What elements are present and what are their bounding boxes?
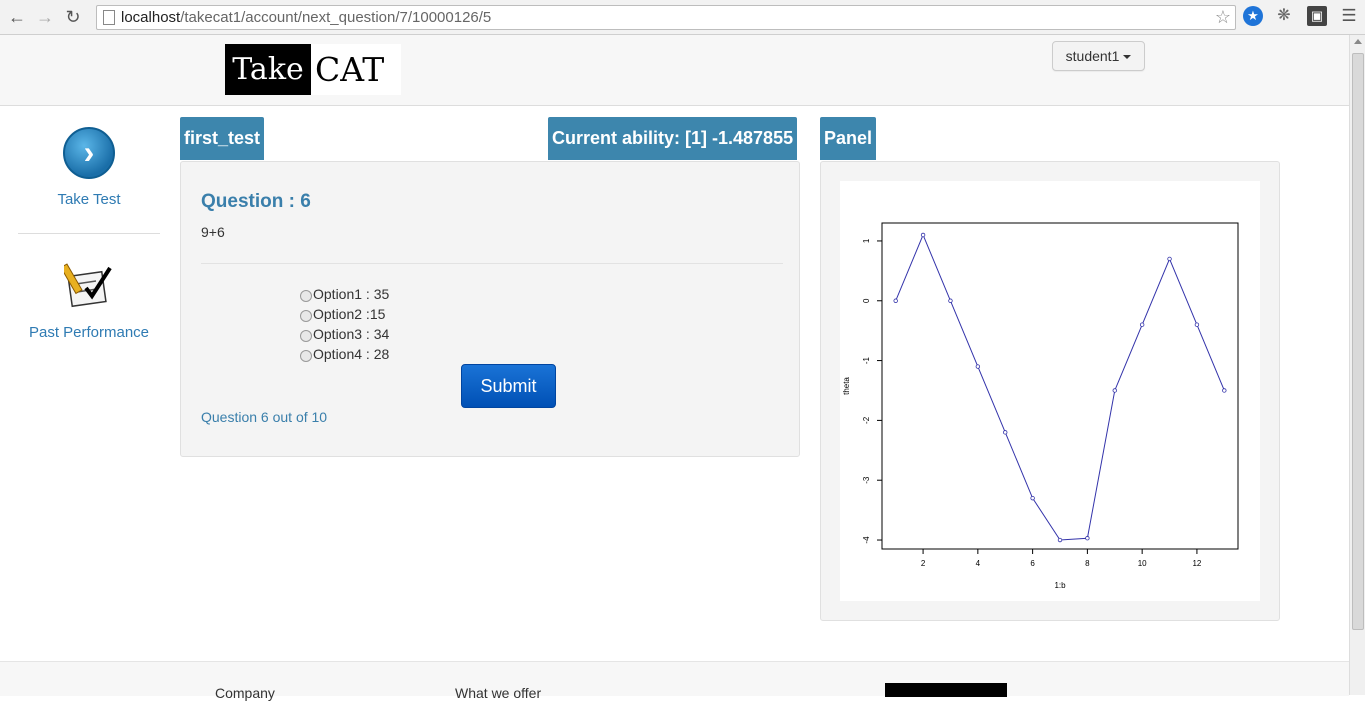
option-4[interactable]: Option4 : 28	[300, 346, 389, 362]
tab-panel: Panel	[820, 117, 877, 160]
divider	[201, 263, 783, 264]
logo-cat: CAT	[315, 50, 385, 89]
data-point	[893, 298, 898, 303]
footer: Company What we offer	[0, 661, 1349, 701]
radio-button[interactable]	[300, 330, 312, 342]
sidebar-item-take-test[interactable]: › Take Test	[18, 127, 160, 208]
user-menu-label: student1	[1065, 48, 1120, 64]
x-axis-label: 1:b	[1054, 581, 1066, 590]
user-menu-button[interactable]: student1	[1052, 41, 1145, 71]
option-label[interactable]: Option4 : 28	[313, 346, 389, 362]
app-header: Take CAT student1	[0, 35, 1349, 106]
scroll-up-icon[interactable]	[1354, 39, 1362, 44]
option-3[interactable]: Option3 : 34	[300, 326, 389, 342]
sidebar-divider	[18, 233, 160, 234]
scrollbar-thumb[interactable]	[1352, 53, 1364, 630]
question-progress: Question 6 out of 10	[201, 409, 328, 425]
data-point	[975, 364, 981, 369]
footer-offer-heading: What we offer	[455, 685, 542, 701]
theta-series-line	[895, 233, 1225, 541]
browser-toolbar: ← → ↻ localhost/takecat1/account/next_qu…	[0, 0, 1365, 35]
x-tick-label: 6	[1030, 559, 1035, 568]
y-tick-label: 0	[862, 298, 871, 303]
y-tick-label: 1	[862, 238, 871, 243]
x-tick-label: 4	[976, 559, 981, 568]
ability-plot: 2 4 6 8 10 12 1 0 -1 -2 -3 -4 1:b theta	[840, 181, 1260, 601]
current-ability-badge: Current ability: [1] -1.487855	[548, 117, 798, 160]
data-point	[1057, 537, 1063, 543]
option-label[interactable]: Option3 : 34	[313, 326, 389, 342]
logo-take: Take	[225, 44, 311, 95]
y-tick-label: -1	[862, 356, 871, 364]
data-point	[1139, 322, 1145, 327]
page-icon	[103, 10, 115, 25]
page-scrollbar[interactable]	[1349, 35, 1365, 695]
extension-box-icon[interactable]: ▣	[1307, 6, 1327, 26]
x-tick-label: 8	[1085, 559, 1090, 568]
extension-bug-icon[interactable]: ❋	[1274, 6, 1294, 26]
data-point	[1030, 495, 1035, 501]
data-point	[920, 232, 926, 238]
x-tick-label: 2	[921, 559, 926, 568]
menu-icon[interactable]: ☰	[1339, 6, 1359, 26]
question-panel: Question : 6 9+6 Option1 : 35 Option2 :1…	[180, 161, 800, 457]
extension-star-icon[interactable]: ★	[1243, 6, 1263, 26]
option-label[interactable]: Option1 : 35	[313, 286, 389, 302]
x-tick-label: 10	[1138, 559, 1147, 568]
y-tick-label: -3	[862, 476, 871, 484]
data-point	[1194, 322, 1200, 327]
data-point	[1003, 430, 1008, 435]
question-text: 9+6	[201, 224, 225, 240]
x-tick-label: 12	[1192, 559, 1201, 568]
option-2[interactable]: Option2 :15	[300, 306, 385, 322]
option-1[interactable]: Option1 : 35	[300, 286, 389, 302]
takecat-logo[interactable]: Take CAT	[225, 44, 401, 95]
forward-icon[interactable]: →	[34, 6, 56, 28]
option-label[interactable]: Option2 :15	[313, 306, 385, 322]
y-axis-label: theta	[842, 377, 851, 395]
plot-frame	[881, 222, 1239, 550]
caret-down-icon	[1123, 55, 1132, 60]
checklist-pencil-icon[interactable]	[60, 262, 114, 312]
sidebar-item-label[interactable]: Take Test	[18, 191, 160, 208]
y-tick-label: -4	[862, 536, 871, 544]
address-bar[interactable]: localhost/takecat1/account/next_question…	[96, 5, 1236, 30]
question-title: Question : 6	[201, 191, 311, 212]
data-point	[1085, 536, 1090, 541]
data-point	[1167, 256, 1172, 262]
sidebar-item-label[interactable]: Past Performance	[18, 324, 160, 341]
data-point	[948, 298, 953, 303]
back-icon[interactable]: ←	[6, 6, 28, 28]
radio-button[interactable]	[300, 310, 312, 322]
theta-line-chart: 2 4 6 8 10 1210-1-2-3-41:btheta	[842, 222, 1239, 590]
data-point	[1112, 388, 1117, 393]
footer-company-heading: Company	[215, 685, 275, 701]
bookmark-star-icon[interactable]: ☆	[1215, 6, 1231, 28]
sidebar-item-past-performance[interactable]: Past Performance	[18, 262, 160, 341]
plot-panel: 2 4 6 8 10 12 1 0 -1 -2 -3 -4 1:b theta	[820, 161, 1280, 621]
reload-icon[interactable]: ↻	[62, 6, 84, 28]
radio-button[interactable]	[300, 350, 312, 362]
y-tick-label: -2	[862, 416, 871, 424]
data-point	[1222, 388, 1227, 393]
url-text: localhost/takecat1/account/next_question…	[121, 9, 492, 26]
submit-button[interactable]: Submit	[461, 364, 556, 408]
tab-test-name: first_test	[180, 117, 265, 160]
chevron-right-circle-icon[interactable]: ›	[63, 127, 115, 179]
radio-button[interactable]	[300, 290, 312, 302]
